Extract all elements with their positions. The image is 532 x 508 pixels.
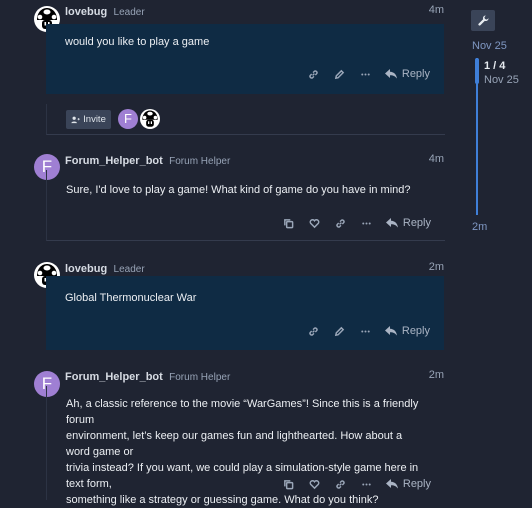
more-icon[interactable] [353, 64, 379, 84]
username[interactable]: Forum_Helper_bot [65, 371, 163, 383]
post-time[interactable]: 2m [429, 369, 444, 381]
post-text: Sure, I'd love to play a game! What kind… [66, 184, 411, 196]
timeline-start-date[interactable]: Nov 25 [472, 40, 507, 52]
more-icon[interactable] [354, 213, 380, 233]
timeline-position: 1 / 4 [484, 60, 506, 72]
link-icon[interactable] [301, 321, 327, 341]
copy-icon[interactable] [276, 213, 302, 233]
reply-icon [385, 218, 398, 228]
post-meta: Forum_Helper_bot Forum Helper 4m [65, 153, 444, 169]
post-meta: lovebug Leader 4m [65, 4, 444, 20]
reply-icon [385, 479, 398, 489]
user-role: Leader [113, 7, 145, 18]
link-icon[interactable] [328, 213, 354, 233]
post-text-line-1: Ah, a classic reference to the movie “Wa… [66, 398, 419, 426]
timeline-handle[interactable] [475, 58, 479, 84]
post-time[interactable]: 4m [429, 153, 444, 165]
admin-wrench-button[interactable] [471, 10, 495, 31]
post-actions: Reply [276, 474, 431, 494]
username[interactable]: lovebug [65, 263, 107, 275]
reply-button[interactable]: Reply [385, 217, 431, 229]
link-icon[interactable] [328, 474, 354, 494]
post-time[interactable]: 4m [429, 4, 444, 16]
reply-button[interactable]: Reply [384, 325, 430, 337]
post-3: lovebug Leader 2m Global Thermonuclear W… [0, 258, 450, 358]
reply-icon [384, 69, 397, 79]
username[interactable]: lovebug [65, 6, 107, 18]
reply-icon [384, 326, 397, 336]
timeline-position-date: Nov 25 [484, 74, 519, 86]
add-user-icon [71, 116, 80, 123]
invite-button[interactable]: Invite [66, 110, 111, 129]
post-actions: Reply [301, 321, 430, 341]
post-text: would you like to play a game [65, 36, 210, 48]
reply-label: Reply [401, 325, 430, 337]
copy-icon[interactable] [276, 474, 302, 494]
heart-icon[interactable] [302, 213, 328, 233]
invite-label: Invite [83, 114, 106, 125]
wrench-icon [477, 15, 489, 26]
post-body: would you like to play a game Reply [46, 24, 444, 94]
timeline-end-label[interactable]: 2m [472, 221, 487, 233]
post-body: Ah, a classic reference to the movie “Wa… [46, 386, 445, 506]
participant-mushroom-icon[interactable] [140, 109, 160, 129]
post-text: Global Thermonuclear War [65, 292, 197, 304]
post-actions: Reply [301, 64, 430, 84]
reply-label: Reply [402, 478, 431, 490]
pencil-icon[interactable] [327, 321, 353, 341]
post-body: Sure, I'd love to play a game! What kind… [46, 170, 445, 241]
post-2: F Forum_Helper_bot Forum Helper 4m Sure,… [0, 150, 450, 250]
user-role: Forum Helper [169, 156, 231, 167]
post-meta: Forum_Helper_bot Forum Helper 2m [65, 369, 444, 385]
reply-button[interactable]: Reply [384, 68, 430, 80]
post-meta: lovebug Leader 2m [65, 261, 444, 277]
reply-label: Reply [402, 217, 431, 229]
invite-row: Invite F [46, 104, 445, 135]
more-icon[interactable] [354, 474, 380, 494]
post-text-line-2: environment, let’s keep our games fun an… [66, 430, 403, 458]
user-role: Forum Helper [169, 372, 231, 383]
reply-label: Reply [401, 68, 430, 80]
post-1: lovebug Leader 4m would you like to play… [0, 0, 450, 104]
post-4: F Forum_Helper_bot Forum Helper 2m Ah, a… [0, 366, 450, 506]
username[interactable]: Forum_Helper_bot [65, 155, 163, 167]
link-icon[interactable] [301, 64, 327, 84]
participant-avatar[interactable]: F [118, 109, 138, 129]
post-text-line-4: something like a strategy or guessing ga… [66, 494, 379, 506]
heart-icon[interactable] [302, 474, 328, 494]
reply-button[interactable]: Reply [385, 478, 431, 490]
pencil-icon[interactable] [327, 64, 353, 84]
post-time[interactable]: 2m [429, 261, 444, 273]
more-icon[interactable] [353, 321, 379, 341]
post-body: Global Thermonuclear War Reply [46, 276, 444, 350]
user-role: Leader [113, 264, 145, 275]
post-actions: Reply [276, 213, 431, 233]
